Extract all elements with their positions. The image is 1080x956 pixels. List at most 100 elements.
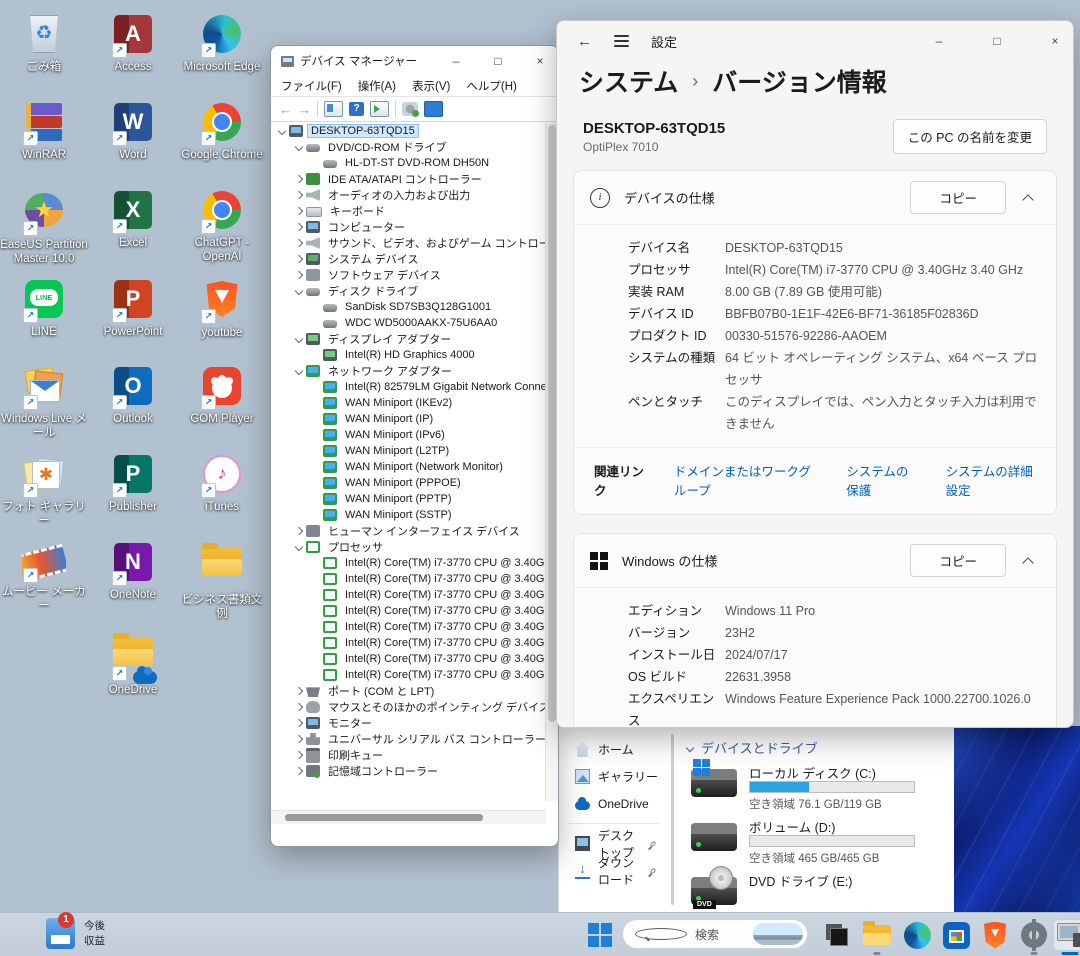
taskbar-edge[interactable]: [900, 919, 934, 951]
close-button[interactable]: ×: [522, 46, 558, 76]
forward-button[interactable]: →: [298, 103, 311, 116]
taskbar-file-explorer[interactable]: [860, 919, 894, 951]
sidebar-item-home[interactable]: ホーム: [559, 736, 669, 763]
action-icon[interactable]: [370, 101, 389, 117]
desktop-icon-excel[interactable]: X↗Excel: [89, 188, 177, 251]
tree-item[interactable]: IDE ATA/ATAPI コントローラー: [271, 171, 546, 187]
collapse-icon[interactable]: [295, 543, 303, 551]
expand-icon[interactable]: [295, 687, 303, 695]
collapse-icon[interactable]: [278, 127, 286, 135]
tree-item[interactable]: WAN Miniport (IPv6): [271, 427, 546, 443]
expand-icon[interactable]: [295, 703, 303, 711]
copy-button[interactable]: コピー: [910, 544, 1006, 577]
drive-item[interactable]: ボリューム (D:)空き領域 465 GB/465 GB: [683, 815, 954, 869]
tree-item[interactable]: 印刷キュー: [271, 747, 546, 763]
desktop-icon-photo-gallery[interactable]: ✱↗フォト ギャラリー: [0, 452, 88, 529]
collapse-icon[interactable]: [295, 143, 303, 151]
tree-item[interactable]: Intel(R) HD Graphics 4000: [271, 347, 546, 363]
desktop-icon-itunes[interactable]: ♪↗iTunes: [178, 452, 266, 515]
desktop-icon-onenote[interactable]: N↗OneNote: [89, 540, 177, 603]
devices-view-icon[interactable]: [424, 101, 443, 117]
widgets-button[interactable]: 1 今後 収益: [46, 918, 105, 949]
devices-and-drives-section[interactable]: デバイスとドライブ: [687, 738, 954, 757]
taskbar-brave[interactable]: [978, 919, 1012, 951]
copy-button[interactable]: コピー: [910, 181, 1006, 214]
breadcrumb-section[interactable]: システム: [579, 63, 678, 99]
explorer-sidebar-scrollbar[interactable]: [671, 734, 674, 905]
expand-icon[interactable]: [295, 767, 303, 775]
tree-item[interactable]: ネットワーク アダプター: [271, 363, 546, 379]
desktop-icon-line[interactable]: LINE↗LINE: [0, 277, 88, 340]
desktop-icon-outlook[interactable]: O↗Outlook: [89, 364, 177, 427]
desktop-icon-onedrive[interactable]: ↗OneDrive: [89, 630, 177, 698]
tree-item[interactable]: SanDisk SD7SB3Q128G1001: [271, 299, 546, 315]
related-link[interactable]: システムの保護: [846, 461, 919, 499]
tree-item[interactable]: ソフトウェア デバイス: [271, 267, 546, 283]
tree-item[interactable]: Intel(R) Core(TM) i7-3770 CPU @ 3.40GHz: [271, 555, 546, 571]
menu-item[interactable]: ヘルプ(H): [466, 78, 516, 94]
desktop-icon-publisher[interactable]: P↗Publisher: [89, 452, 177, 515]
minimize-button[interactable]: –: [921, 21, 957, 61]
tree-item[interactable]: ヒューマン インターフェイス デバイス: [271, 523, 546, 539]
tree-item[interactable]: モニター: [271, 715, 546, 731]
tree-item[interactable]: プロセッサ: [271, 539, 546, 555]
tree-item[interactable]: WAN Miniport (IP): [271, 411, 546, 427]
tree-item[interactable]: Intel(R) Core(TM) i7-3770 CPU @ 3.40GHz: [271, 587, 546, 603]
help-icon[interactable]: ?: [349, 102, 364, 116]
desktop-icon-winrar[interactable]: ↗WinRAR: [0, 100, 88, 163]
menu-item[interactable]: ファイル(F): [281, 78, 342, 94]
windows-spec-header[interactable]: Windows の仕様 コピー: [574, 534, 1056, 587]
back-button[interactable]: ←: [279, 103, 292, 116]
collapse-icon[interactable]: [295, 367, 303, 375]
tree-item[interactable]: Intel(R) Core(TM) i7-3770 CPU @ 3.40GHz: [271, 635, 546, 651]
tree-item[interactable]: Intel(R) Core(TM) i7-3770 CPU @ 3.40GHz: [271, 667, 546, 683]
taskbar-settings[interactable]: [1017, 919, 1051, 951]
chevron-up-icon[interactable]: [1022, 194, 1033, 205]
tree-item[interactable]: サウンド、ビデオ、およびゲーム コントローラー: [271, 235, 546, 251]
desktop-icon-microsoft-edge[interactable]: ↗Microsoft Edge: [178, 12, 266, 75]
tree-item[interactable]: Intel(R) 82579LM Gigabit Network Connect…: [271, 379, 546, 395]
desktop-icon-easeus-partition-master[interactable]: ★↗EaseUS Partition Master 10.0: [0, 188, 88, 267]
tree-item[interactable]: ポート (COM と LPT): [271, 683, 546, 699]
horizontal-scrollbar[interactable]: [271, 810, 546, 824]
desktop-icon-youtube[interactable]: ↗youtube: [178, 277, 266, 341]
expand-icon[interactable]: [295, 223, 303, 231]
tree-item[interactable]: HL-DT-ST DVD-ROM DH50N: [271, 155, 546, 171]
drive-item[interactable]: DVDDVD ドライブ (E:): [683, 869, 954, 913]
desktop-icon-recycle-bin[interactable]: ♻ごみ箱: [0, 12, 88, 75]
tree-item[interactable]: マウスとそのほかのポインティング デバイス: [271, 699, 546, 715]
tree-item[interactable]: WDC WD5000AAKX-75U6AA0: [271, 315, 546, 331]
tree-item[interactable]: WAN Miniport (L2TP): [271, 443, 546, 459]
tree-item[interactable]: Intel(R) Core(TM) i7-3770 CPU @ 3.40GHz: [271, 619, 546, 635]
chevron-up-icon[interactable]: [1022, 557, 1033, 568]
expand-icon[interactable]: [295, 271, 303, 279]
search-box[interactable]: 検索: [622, 919, 808, 949]
scan-hardware-icon[interactable]: [402, 102, 418, 116]
desktop-icon-chatgpt-openai[interactable]: ↗ChatGPT - OpenAI: [178, 188, 266, 265]
tree-item[interactable]: ユニバーサル シリアル バス コントローラー: [271, 731, 546, 747]
desktop-icon-windows-live-mail[interactable]: ↗Windows Live メール: [0, 364, 88, 441]
expand-icon[interactable]: [295, 191, 303, 199]
taskbar-device-manager[interactable]: [1053, 919, 1080, 951]
tree-item[interactable]: 記憶域コントローラー: [271, 763, 546, 779]
tree-item[interactable]: キーボード: [271, 203, 546, 219]
menu-item[interactable]: 操作(A): [358, 78, 396, 94]
collapse-icon[interactable]: [295, 287, 303, 295]
tree-item[interactable]: Intel(R) Core(TM) i7-3770 CPU @ 3.40GHz: [271, 603, 546, 619]
tree-item[interactable]: WAN Miniport (Network Monitor): [271, 459, 546, 475]
expand-icon[interactable]: [295, 175, 303, 183]
menu-item[interactable]: 表示(V): [412, 78, 450, 94]
tree-item[interactable]: Intel(R) Core(TM) i7-3770 CPU @ 3.40GHz: [271, 651, 546, 667]
tree-item[interactable]: WAN Miniport (PPPOE): [271, 475, 546, 491]
desktop-icon-powerpoint[interactable]: P↗PowerPoint: [89, 277, 177, 340]
expand-icon[interactable]: [295, 207, 303, 215]
maximize-button[interactable]: □: [480, 46, 516, 76]
taskbar-microsoft-store[interactable]: [939, 919, 973, 951]
tree-item[interactable]: Intel(R) Core(TM) i7-3770 CPU @ 3.40GHz: [271, 571, 546, 587]
console-tree-icon[interactable]: [324, 101, 343, 117]
maximize-button[interactable]: □: [979, 21, 1015, 61]
tree-item[interactable]: WAN Miniport (IKEv2): [271, 395, 546, 411]
hamburger-menu-icon[interactable]: [614, 35, 629, 47]
expand-icon[interactable]: [295, 527, 303, 535]
taskbar-window-preview[interactable]: [820, 919, 854, 951]
